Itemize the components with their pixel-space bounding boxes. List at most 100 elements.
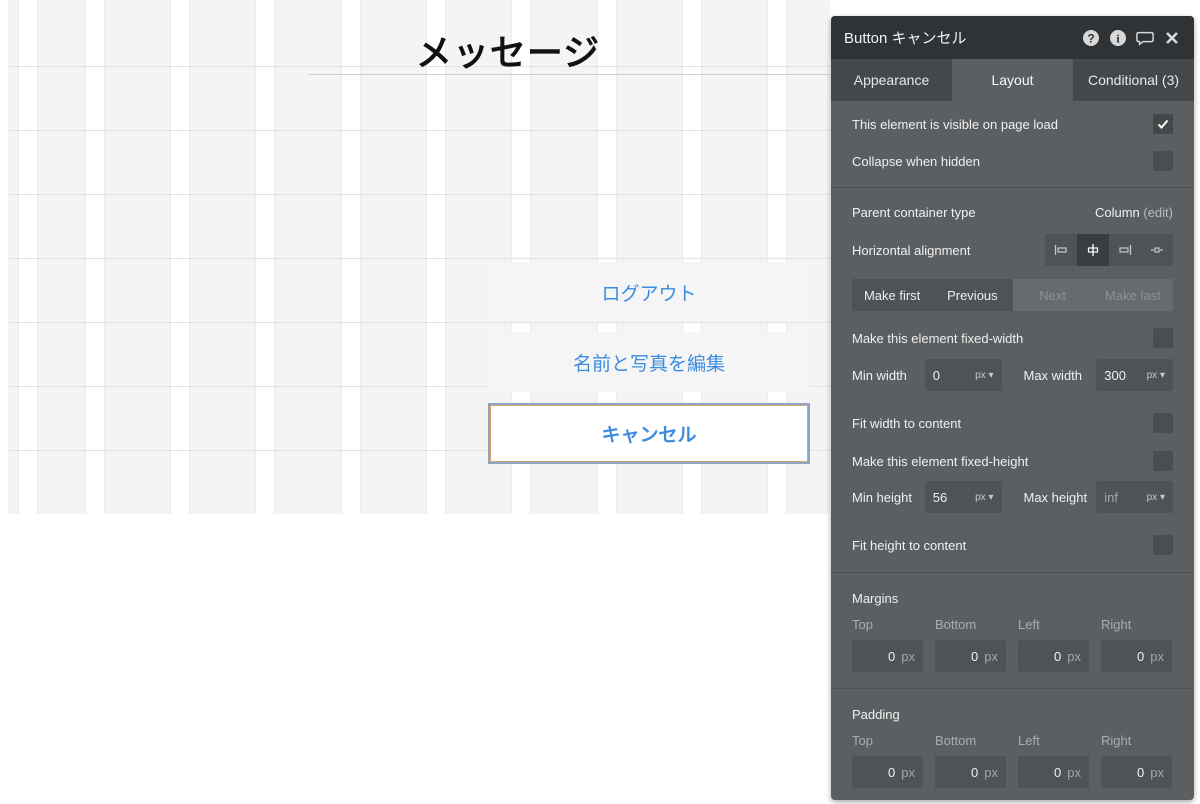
fit-height-label: Fit height to content <box>852 537 967 553</box>
grid-column-line <box>170 0 190 514</box>
previous-button[interactable]: Previous <box>932 279 1013 311</box>
grid-row-line <box>8 258 830 259</box>
padding-right-label: Right <box>1101 733 1132 748</box>
comment-icon[interactable] <box>1136 29 1154 47</box>
margin-left-input[interactable]: 0 px <box>1018 640 1089 672</box>
make-first-button[interactable]: Make first <box>852 279 933 311</box>
panel-tabs: Appearance Layout Conditional (3) <box>831 59 1194 101</box>
margin-top-input[interactable]: 0 px <box>852 640 923 672</box>
max-height-placeholder: inf <box>1104 489 1118 505</box>
grid-column-line <box>255 0 275 514</box>
padding-top-label: Top <box>852 733 873 748</box>
width-limits-row: Min width 0 px ▾ Max width 300 px ▾ <box>852 359 1173 391</box>
padding-top-input[interactable]: 0 px <box>852 756 923 788</box>
horizontal-alignment-group <box>1045 234 1173 266</box>
min-height-input[interactable]: 56 px ▾ <box>924 481 1002 513</box>
grid-row-line <box>8 194 830 195</box>
section-divider <box>831 187 1194 188</box>
padding-left-input[interactable]: 0 px <box>1018 756 1089 788</box>
margin-right-label: Right <box>1101 617 1132 632</box>
visible-on-load-checkbox[interactable] <box>1153 114 1173 134</box>
horizontal-alignment-label: Horizontal alignment <box>852 242 971 258</box>
fixed-height-row: Make this element fixed-height <box>852 451 1173 471</box>
grid-column-line <box>341 0 361 514</box>
margin-top-label: Top <box>852 617 873 632</box>
height-limits-row: Min height 56 px ▾ Max height inf px ▾ <box>852 481 1173 513</box>
close-icon[interactable] <box>1163 29 1181 47</box>
next-button[interactable]: Next <box>1012 279 1093 311</box>
min-width-value: 0 <box>932 367 940 383</box>
section-divider <box>831 688 1194 689</box>
fit-height-row: Fit height to content <box>852 535 1173 555</box>
logout-button[interactable]: ログアウト <box>489 262 809 322</box>
max-height-unit-dropdown[interactable]: px ▾ <box>1147 492 1165 503</box>
max-width-value: 300 <box>1104 367 1126 383</box>
parent-container-label: Parent container type <box>852 205 976 220</box>
align-stretch-icon[interactable] <box>1141 234 1173 266</box>
edit-profile-button[interactable]: 名前と写真を編集 <box>489 332 809 392</box>
element-order-group: Make first Previous Next Make last <box>852 279 1173 311</box>
padding-right-input[interactable]: 0 px <box>1101 756 1172 788</box>
margin-bottom-label: Bottom <box>935 617 977 632</box>
parent-container-row: Parent container type Column (edit) <box>852 205 1173 220</box>
checkmark-icon <box>1157 119 1169 129</box>
svg-text:?: ? <box>1087 31 1094 45</box>
fit-width-row: Fit width to content <box>852 413 1173 433</box>
tab-appearance[interactable]: Appearance <box>831 59 952 101</box>
collapse-when-hidden-label: Collapse when hidden <box>852 153 980 169</box>
grid-column-line <box>18 0 38 514</box>
collapse-when-hidden-checkbox[interactable] <box>1153 151 1173 171</box>
padding-bottom-label: Bottom <box>935 733 977 748</box>
padding-label: Padding <box>852 707 900 722</box>
horizontal-alignment-row: Horizontal alignment <box>852 234 1173 266</box>
fit-width-label: Fit width to content <box>852 415 962 431</box>
fit-height-checkbox[interactable] <box>1153 535 1173 555</box>
min-height-unit-dropdown[interactable]: px ▾ <box>975 492 993 503</box>
grid-row-line <box>8 322 830 323</box>
section-divider <box>831 572 1194 573</box>
title-divider <box>308 74 830 75</box>
max-height-label: Max height <box>1023 489 1088 505</box>
parent-container-edit-link[interactable]: (edit) <box>1143 205 1173 220</box>
parent-container-type: Column <box>1094 205 1140 220</box>
margins-inputs: 0 px 0 px 0 px 0 px <box>852 640 1184 672</box>
max-width-unit-dropdown[interactable]: px ▾ <box>1147 370 1165 381</box>
align-right-icon[interactable] <box>1109 234 1141 266</box>
fixed-width-row: Make this element fixed-width <box>852 328 1173 348</box>
max-height-input[interactable]: inf px ▾ <box>1096 481 1173 513</box>
min-width-input[interactable]: 0 px ▾ <box>924 359 1002 391</box>
fixed-height-checkbox[interactable] <box>1153 451 1173 471</box>
fixed-height-label: Make this element fixed-height <box>852 453 1029 469</box>
margin-right-input[interactable]: 0 px <box>1101 640 1172 672</box>
cancel-button[interactable]: キャンセル <box>488 403 810 464</box>
margins-label: Margins <box>852 591 899 606</box>
min-width-label: Min width <box>852 367 907 383</box>
max-width-label: Max width <box>1023 367 1083 383</box>
padding-inputs: 0 px 0 px 0 px 0 px <box>852 756 1184 788</box>
grid-column-line <box>85 0 105 514</box>
margin-left-label: Left <box>1018 617 1040 632</box>
visible-on-load-row: This element is visible on page load <box>852 114 1173 134</box>
parent-container-value: Column (edit) <box>1095 205 1173 220</box>
min-height-value: 56 <box>932 489 948 505</box>
padding-left-label: Left <box>1018 733 1040 748</box>
align-left-icon[interactable] <box>1045 234 1077 266</box>
fit-width-checkbox[interactable] <box>1153 413 1173 433</box>
padding-bottom-input[interactable]: 0 px <box>935 756 1006 788</box>
align-center-icon[interactable] <box>1077 234 1109 266</box>
padding-side-labels: Top Bottom Left Right <box>852 733 1184 748</box>
grid-column-line <box>426 0 446 514</box>
min-width-unit-dropdown[interactable]: px ▾ <box>975 370 993 381</box>
max-width-input[interactable]: 300 px ▾ <box>1096 359 1173 391</box>
info-icon[interactable]: i <box>1109 29 1127 47</box>
margin-bottom-input[interactable]: 0 px <box>935 640 1006 672</box>
tab-layout[interactable]: Layout <box>952 59 1073 101</box>
fixed-width-label: Make this element fixed-width <box>852 330 1024 346</box>
min-height-label: Min height <box>852 489 912 505</box>
tab-conditional[interactable]: Conditional (3) <box>1073 59 1194 101</box>
fixed-width-checkbox[interactable] <box>1153 328 1173 348</box>
help-icon[interactable]: ? <box>1082 29 1100 47</box>
grid-row-line <box>8 130 830 131</box>
make-last-button[interactable]: Make last <box>1092 279 1173 311</box>
panel-header: Button キャンセル ? i <box>831 16 1194 59</box>
